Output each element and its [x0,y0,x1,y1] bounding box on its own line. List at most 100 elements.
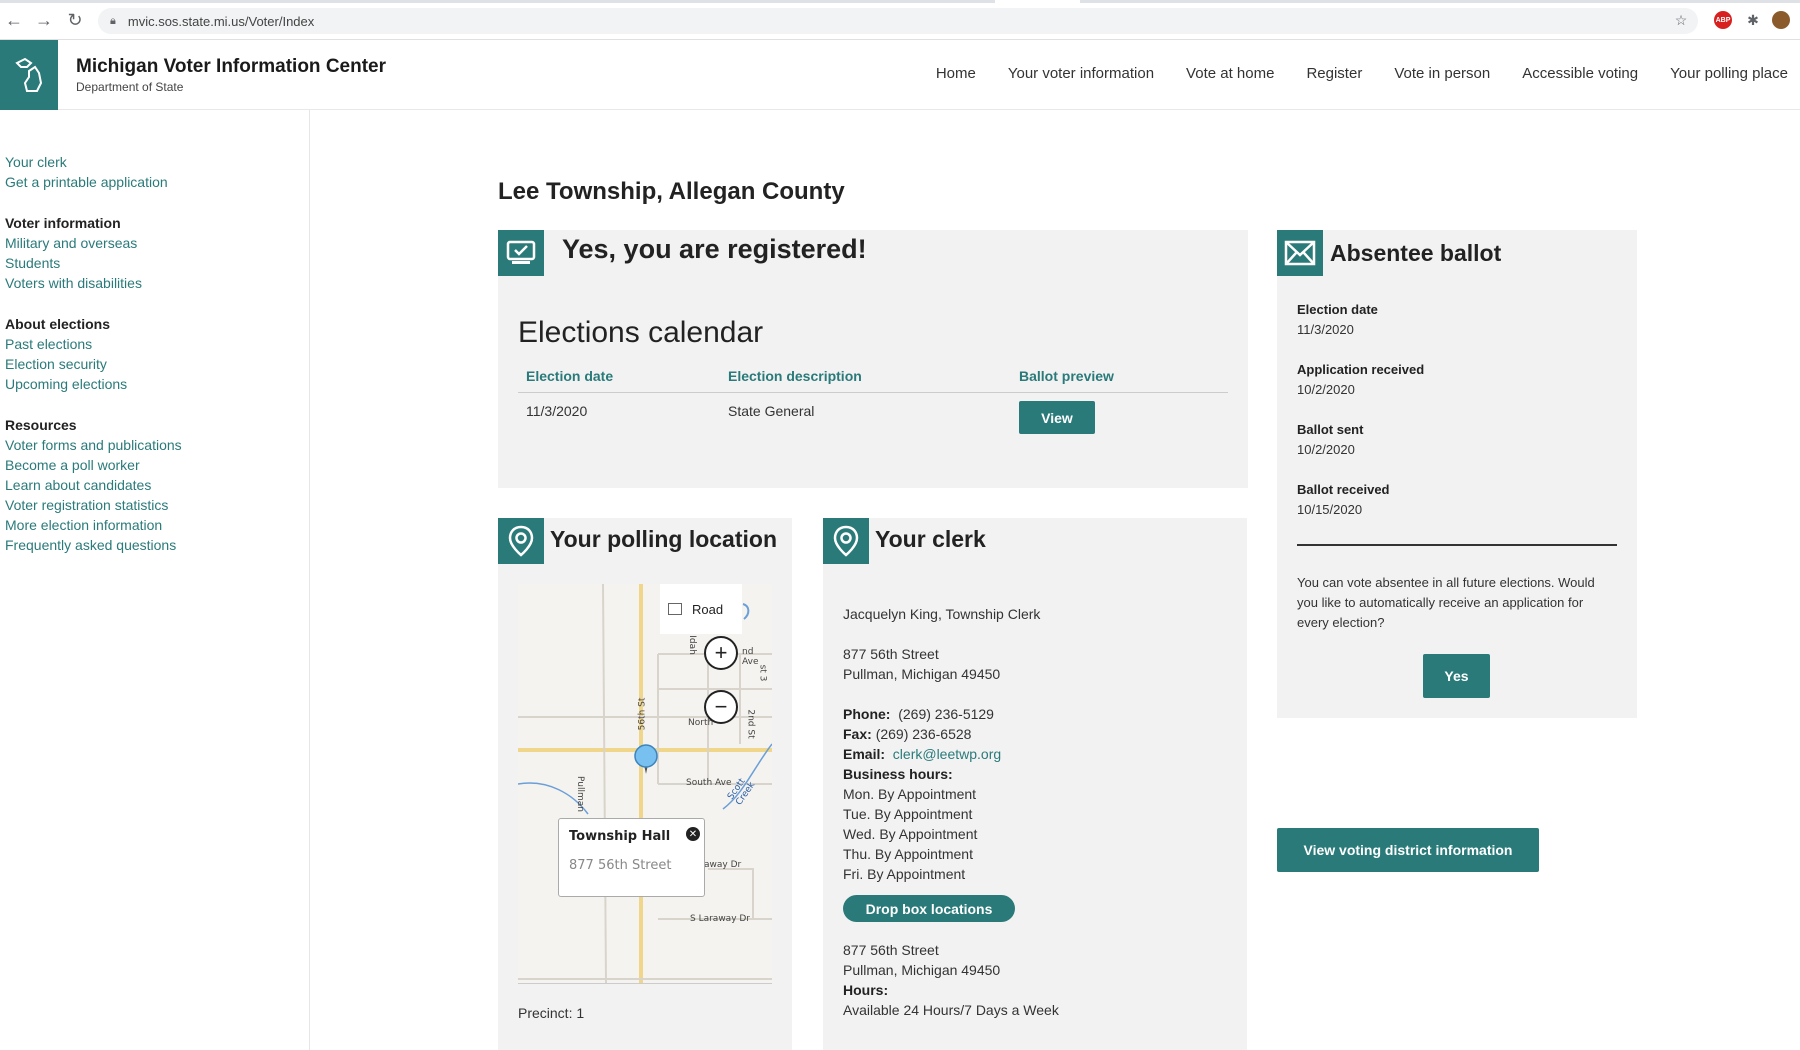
ballot-preview-cell: View [1019,401,1228,434]
sidebar-item-poll-worker[interactable]: Become a poll worker [5,455,309,475]
forward-icon[interactable]: → [34,10,54,30]
sidebar-item-past-elections[interactable]: Past elections [5,334,309,354]
sidebar-top-links: Your clerk Get a printable application [5,152,309,192]
hours-row: Tue. By Appointment [843,806,973,822]
absentee-status-list: Election date 11/3/2020 Application rece… [1297,300,1424,540]
divider [1297,544,1617,546]
sidebar-item-your-clerk[interactable]: Your clerk [5,152,309,172]
close-icon[interactable]: ✕ [686,827,700,841]
view-ballot-button[interactable]: View [1019,401,1095,434]
nav-accessible-voting[interactable]: Accessible voting [1522,65,1638,82]
drop-box-locations-button[interactable]: Drop box locations [843,895,1015,922]
list-item: Ballot received 10/15/2020 [1297,480,1424,520]
sidebar-item-voters-disabilities[interactable]: Voters with disabilities [5,273,309,293]
star-icon[interactable]: ☆ [1672,11,1690,29]
adblock-icon[interactable]: ABP [1714,11,1732,29]
nav-your-polling-place[interactable]: Your polling place [1670,65,1788,82]
clerk-address-line1: 877 56th Street [843,646,939,662]
column-header: Ballot preview [1019,368,1114,384]
hours-row: Fri. By Appointment [843,866,966,882]
extensions-icon[interactable]: ✱ [1744,11,1762,29]
sidebar-item-more-election-info[interactable]: More election information [5,515,309,535]
election-date-cell: 11/3/2020 [526,403,588,419]
lock-icon: 🔒︎ [110,14,116,27]
hours-row: Thu. By Appointment [843,846,973,862]
sidebar-group-about-elections: About elections Past elections Election … [5,314,309,394]
absentee-heading: Absentee ballot [1330,240,1502,266]
michigan-logo-icon[interactable] [0,40,58,110]
registration-panel: Yes, you are registered! Elections calen… [498,230,1248,488]
top-navigation: Home Your voter information Vote at home… [936,65,1788,82]
sidebar-item-military-overseas[interactable]: Military and overseas [5,233,309,253]
table-header: Election date Election description Ballo… [518,368,1228,393]
page-title: Lee Township, Allegan County [498,178,845,205]
zoom-in-icon[interactable]: + [704,636,738,670]
map-label: 2nd St [745,709,756,739]
address-bar[interactable]: 🔒︎ mvic.sos.state.mi.us/Voter/Index [98,8,1698,34]
column-header: Election date [526,368,614,384]
dropbox-hours-label: Hours: [843,982,889,998]
sidebar-item-candidates[interactable]: Learn about candidates [5,475,309,495]
dropbox-address-line2: Pullman, Michigan 49450 [843,962,1001,978]
clerk-email: Email: clerk@leetwp.org [843,744,1059,764]
sidebar-item-voter-forms[interactable]: Voter forms and publications [5,435,309,455]
status-label: Ballot received [1297,482,1390,497]
table-row: 11/3/2020 State General View [518,393,1228,434]
location-pin-icon [498,518,544,564]
sidebar-item-faq[interactable]: Frequently asked questions [5,535,309,555]
sidebar-item-printable-application[interactable]: Get a printable application [5,172,309,192]
envelope-icon [1277,230,1323,276]
calendar-title: Elections calendar [518,316,764,349]
map-type-control[interactable]: Road [660,584,742,634]
location-pin-icon [823,518,869,564]
fax-label: Fax: [843,726,872,742]
site-title[interactable]: Michigan Voter Information Center [76,56,386,78]
polling-map[interactable]: South Ave North S Laraway Dr away Dr Pul… [518,584,772,984]
hours-row: Wed. By Appointment [843,826,978,842]
view-district-button[interactable]: View voting district information [1277,828,1539,872]
absentee-note: You can vote absentee in all future elec… [1297,575,1595,630]
map-label: South Ave [686,778,732,788]
email-link[interactable]: clerk@leetwp.org [893,746,1001,762]
hours-row: Mon. By Appointment [843,786,977,802]
zoom-out-icon[interactable]: − [704,690,738,724]
yes-button[interactable]: Yes [1423,654,1490,698]
status-value: 10/2/2020 [1297,442,1355,457]
nav-your-voter-information[interactable]: Your voter information [1008,65,1154,82]
nav-home[interactable]: Home [936,65,976,82]
back-icon[interactable]: ← [4,10,24,30]
clerk-panel: Your clerk Jacquelyn King, Township Cler… [823,518,1247,1050]
sidebar-item-election-security[interactable]: Election security [5,354,309,374]
absentee-ballot-panel: Absentee ballot Election date 11/3/2020 … [1277,230,1637,718]
status-label: Election date [1297,302,1378,317]
election-description-cell: State General [728,403,815,419]
status-value: 11/3/2020 [1297,322,1354,337]
reload-icon[interactable]: ↻ [65,10,85,30]
column-header: Election description [728,368,862,384]
list-item: Application received 10/2/2020 [1297,360,1424,400]
clerk-address-line2: Pullman, Michigan 49450 [843,666,1001,682]
sidebar-item-upcoming-elections[interactable]: Upcoming elections [5,374,309,394]
clerk-heading: Your clerk [875,526,986,552]
profile-icon[interactable] [1772,11,1790,29]
elections-table: Election date Election description Ballo… [518,368,1228,434]
list-item: Election date 11/3/2020 [1297,300,1424,340]
nav-register[interactable]: Register [1306,65,1362,82]
browser-toolbar: ← → ↻ 🔒︎ mvic.sos.state.mi.us/Voter/Inde… [0,0,1800,40]
status-value: 10/15/2020 [1297,502,1363,517]
email-label: Email: [843,746,886,762]
map-label: Pullman [574,776,585,812]
popup-address: 877 56th Street [569,858,672,873]
precinct-info: Precinct: 1 [518,1005,585,1021]
sidebar-item-students[interactable]: Students [5,253,309,273]
sidebar-item-registration-statistics[interactable]: Voter registration statistics [5,495,309,515]
site-subtitle: Department of State [76,80,184,94]
status-label: Application received [1297,362,1425,377]
nav-vote-in-person[interactable]: Vote in person [1394,65,1490,82]
map-label: S Laraway Dr [690,914,751,924]
nav-vote-at-home[interactable]: Vote at home [1186,65,1274,82]
dropbox-address-line1: 877 56th Street [843,942,939,958]
map-label: 56th St [637,697,648,731]
clerk-phone: Phone: (269) 236-5129 [843,704,1059,724]
sidebar-group-title: About elections [5,316,111,332]
